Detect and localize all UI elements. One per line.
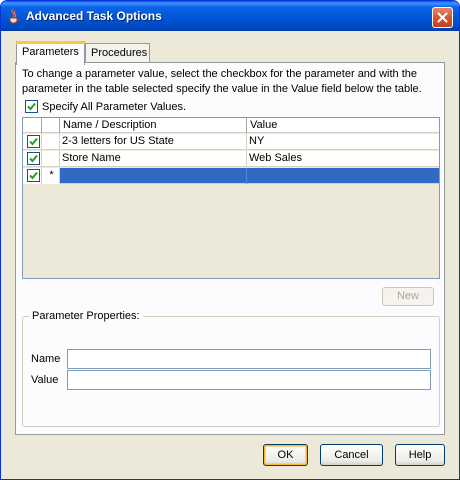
close-button[interactable] bbox=[432, 7, 453, 28]
value-label: Value bbox=[31, 374, 59, 386]
row-check-cell[interactable] bbox=[23, 168, 42, 184]
parameters-panel: To change a parameter value, select the … bbox=[15, 62, 445, 435]
row-value[interactable] bbox=[247, 168, 439, 184]
row-name[interactable]: 2-3 letters for US State bbox=[60, 134, 247, 150]
row-name[interactable]: Store Name bbox=[60, 151, 247, 167]
parameter-properties-group: Parameter Properties: Name Value bbox=[22, 310, 440, 427]
header-name-description[interactable]: Name / Description bbox=[60, 118, 247, 133]
row-value[interactable]: NY bbox=[247, 134, 439, 150]
checkmark-icon bbox=[27, 102, 36, 111]
help-button[interactable]: Help bbox=[395, 444, 445, 466]
window-title: Advanced Task Options bbox=[26, 9, 162, 23]
parameters-table: Name / Description Value 2-3 letters for… bbox=[22, 117, 440, 279]
row-checkbox[interactable] bbox=[27, 152, 40, 165]
cancel-button[interactable]: Cancel bbox=[320, 444, 383, 466]
name-label: Name bbox=[31, 353, 61, 365]
title-bar[interactable]: Advanced Task Options bbox=[1, 1, 459, 31]
specify-all-label: Specify All Parameter Values. bbox=[42, 100, 187, 113]
row-marker bbox=[42, 151, 60, 167]
table-row[interactable]: 2-3 letters for US State NY bbox=[23, 134, 439, 150]
row-marker bbox=[42, 134, 60, 150]
table-header: Name / Description Value bbox=[23, 118, 439, 133]
checkmark-icon bbox=[29, 154, 38, 163]
tab-parameters[interactable]: Parameters bbox=[16, 41, 85, 65]
instructions-text: To change a parameter value, select the … bbox=[22, 68, 422, 95]
value-field[interactable] bbox=[67, 370, 431, 390]
table-row[interactable]: Store Name Web Sales bbox=[23, 151, 439, 167]
tab-procedures[interactable]: Procedures bbox=[85, 43, 150, 63]
table-row-new-selected[interactable]: * bbox=[23, 168, 439, 184]
row-value[interactable]: Web Sales bbox=[247, 151, 439, 167]
new-button[interactable]: New bbox=[382, 287, 434, 306]
specify-all-checkbox[interactable] bbox=[25, 100, 38, 113]
dialog-window: Advanced Task Options Parameters Procedu… bbox=[0, 0, 460, 480]
name-field[interactable] bbox=[67, 349, 431, 369]
row-check-cell[interactable] bbox=[23, 151, 42, 167]
header-marker-column bbox=[42, 118, 60, 133]
ok-button[interactable]: OK bbox=[263, 444, 308, 466]
java-cup-icon bbox=[7, 8, 21, 24]
checkmark-icon bbox=[29, 171, 38, 180]
row-check-cell[interactable] bbox=[23, 134, 42, 150]
tab-procedures-label: Procedures bbox=[91, 47, 148, 59]
checkmark-icon bbox=[29, 137, 38, 146]
tab-parameters-label: Parameters bbox=[22, 46, 79, 58]
row-new-marker: * bbox=[42, 168, 60, 184]
row-checkbox[interactable] bbox=[27, 169, 40, 182]
dialog-body: Parameters Procedures To change a parame… bbox=[4, 31, 456, 477]
specify-all-checkbox-row[interactable]: Specify All Parameter Values. bbox=[25, 100, 186, 113]
row-name[interactable] bbox=[60, 168, 247, 184]
close-icon bbox=[437, 12, 448, 23]
parameter-properties-legend: Parameter Properties: bbox=[29, 310, 143, 322]
header-value[interactable]: Value bbox=[247, 118, 439, 133]
row-checkbox[interactable] bbox=[27, 135, 40, 148]
header-check-column bbox=[23, 118, 42, 133]
